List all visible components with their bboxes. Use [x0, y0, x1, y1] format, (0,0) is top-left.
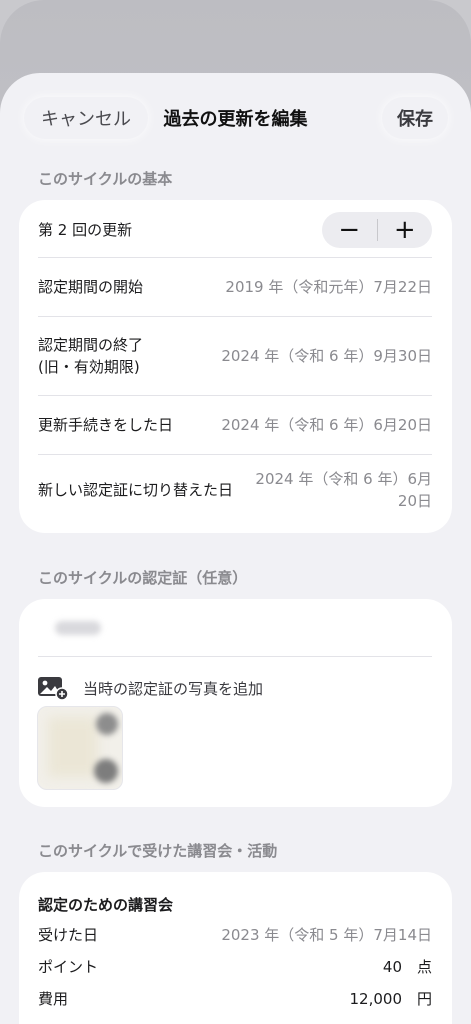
renewal-date-label: 更新手続きをした日 — [38, 416, 174, 434]
period-end-label: 認定期間の終了 (旧・有効期限) — [38, 336, 144, 376]
cost-value: 12,000 円 — [349, 990, 433, 1008]
period-start-label: 認定期間の開始 — [38, 278, 144, 296]
points-label: ポイント — [38, 958, 99, 976]
period-start-row[interactable]: 認定期間の開始 2019 年（令和元年）7月22日 — [38, 258, 432, 316]
add-photo-label: 当時の認定証の写真を追加 — [83, 679, 264, 698]
lecture-date-row[interactable]: 受けた日 2023 年（令和 5 年）7月14日 — [38, 922, 432, 948]
decrement-button[interactable]: − — [322, 212, 377, 248]
renewal-date-row[interactable]: 更新手続きをした日 2024 年（令和 6 年）6月20日 — [38, 396, 432, 454]
switch-date-value: 2024 年（令和 6 年）6月 20日 — [255, 470, 432, 510]
save-button[interactable]: 保存 — [382, 97, 448, 139]
section-header-basics: このサイクルの基本 — [38, 170, 173, 188]
points-row[interactable]: ポイント 40 点 — [38, 954, 432, 980]
renewal-count-row: 第 2 回の更新 − + — [38, 210, 432, 250]
period-end-row[interactable]: 認定期間の終了 (旧・有効期限) 2024 年（令和 6 年）9月30日 — [38, 317, 432, 395]
renewal-stepper: − + — [322, 212, 432, 248]
lecture-date-value: 2023 年（令和 5 年）7月14日 — [221, 926, 432, 944]
nav-bar: キャンセル 過去の更新を編集 保存 — [0, 73, 471, 163]
period-start-value: 2019 年（令和元年）7月22日 — [225, 278, 432, 296]
renewal-count-label: 第 2 回の更新 — [38, 221, 133, 239]
points-value: 40 点 — [382, 958, 432, 976]
activities-card: 認定のための講習会 受けた日 2023 年（令和 5 年）7月14日 ポイント … — [19, 872, 452, 1024]
renewal-date-value: 2024 年（令和 6 年）6月20日 — [221, 416, 432, 434]
cost-row[interactable]: 費用 12,000 円 — [38, 986, 432, 1012]
certificate-card: 当時の認定証の写真を追加 — [19, 599, 452, 807]
basics-card: 第 2 回の更新 − + 認定期間の開始 2019 年（令和元年）7月22日 認… — [19, 200, 452, 533]
period-end-value: 2024 年（令和 6 年）9月30日 — [221, 347, 432, 365]
lecture-date-label: 受けた日 — [38, 926, 99, 944]
increment-button[interactable]: + — [378, 212, 433, 248]
section-header-activities: このサイクルで受けた講習会・活動 — [38, 842, 278, 860]
switch-date-row[interactable]: 新しい認定証に切り替えた日 2024 年（令和 6 年）6月 20日 — [38, 456, 432, 524]
cost-label: 費用 — [38, 990, 69, 1008]
lecture-title: 認定のための講習会 — [38, 896, 174, 914]
section-header-certificate: このサイクルの認定証（任意） — [38, 569, 248, 587]
blurred-certificate-number — [55, 621, 101, 635]
switch-date-label: 新しい認定証に切り替えた日 — [38, 481, 234, 499]
divider — [38, 656, 432, 657]
edit-sheet: キャンセル 過去の更新を編集 保存 このサイクルの基本 第 2 回の更新 − +… — [0, 73, 471, 1024]
add-photo-button[interactable]: 当時の認定証の写真を追加 — [37, 675, 263, 701]
photo-add-icon — [37, 675, 69, 701]
certificate-photo-thumbnail[interactable] — [37, 706, 123, 790]
divider — [38, 454, 432, 455]
